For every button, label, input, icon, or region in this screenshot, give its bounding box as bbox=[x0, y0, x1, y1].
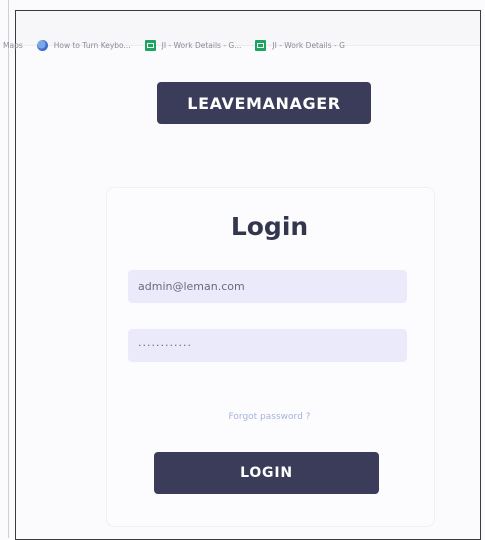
brand-banner: LEAVEMANAGER bbox=[157, 82, 371, 124]
globe-icon bbox=[36, 40, 48, 51]
page: { "bookmarks": [ { "label": "Maps", "ico… bbox=[0, 0, 485, 540]
bookmark-maps[interactable]: Maps bbox=[3, 41, 23, 50]
bookmark-label: JI - Work Details - G bbox=[272, 41, 345, 50]
bookmark-label: JI - Work Details - G... bbox=[161, 41, 242, 50]
password-field[interactable] bbox=[128, 329, 407, 362]
bookmarks-bar: Maps How to Turn Keybo... JI - Work Deta… bbox=[3, 40, 359, 51]
bookmark-work-details-1[interactable]: JI - Work Details - G... bbox=[144, 40, 242, 51]
sheets-icon bbox=[255, 40, 267, 51]
bookmark-label: Maps bbox=[3, 41, 23, 50]
login-title: Login bbox=[230, 212, 309, 241]
bookmark-work-details-2[interactable]: JI - Work Details - G bbox=[255, 40, 345, 51]
bookmark-label: How to Turn Keybo... bbox=[53, 41, 131, 50]
email-field[interactable] bbox=[128, 270, 407, 303]
sheets-icon bbox=[144, 40, 156, 51]
paper-edge bbox=[8, 0, 9, 538]
bookmark-how-to-turn[interactable]: How to Turn Keybo... bbox=[36, 40, 131, 51]
login-button[interactable]: LOGIN bbox=[154, 452, 379, 494]
forgot-password-link[interactable]: Forgot password ? bbox=[106, 412, 433, 422]
